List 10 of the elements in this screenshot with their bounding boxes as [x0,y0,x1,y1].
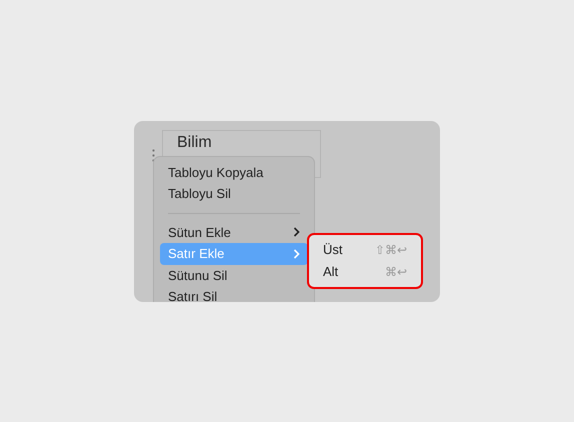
menu-item[interactable]: Üst [323,242,342,257]
cell-text: Bilim [177,134,212,150]
shortcut-text: ⇧⌘↩ [374,242,407,256]
menu-item[interactable]: Tabloyu Sil [160,183,308,204]
menu-item[interactable]: Sütun Ekle [160,222,308,243]
menu-item[interactable]: Alt [323,264,338,279]
shortcut-text: ⌘↩ [384,264,407,278]
menu-item[interactable]: Satırı Sil [160,286,308,302]
drag-handle-icon[interactable] [152,148,155,162]
menu-item[interactable]: Sütunu Sil [160,264,308,286]
